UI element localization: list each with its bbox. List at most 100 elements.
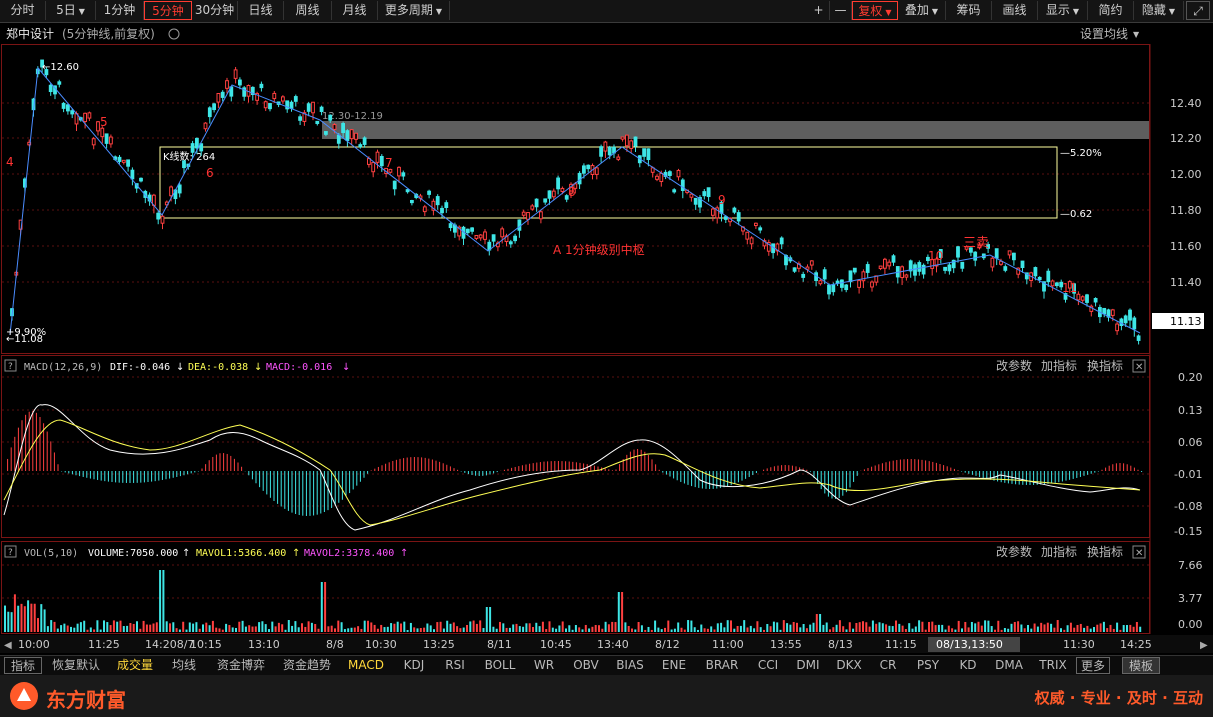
volume-bar (578, 627, 581, 632)
candle-body (844, 284, 849, 291)
ind-fund-trend[interactable]: 资金趋势 (276, 657, 338, 674)
ind-kd[interactable]: KD (952, 657, 984, 674)
period-day[interactable]: 日线 (238, 1, 284, 20)
vol-param-button[interactable]: 改参数 (996, 544, 1032, 559)
volume-bar (835, 624, 838, 632)
candle-body (233, 69, 238, 79)
vol-add-button[interactable]: 加指标 (1041, 544, 1077, 559)
ind-trix[interactable]: TRIX (1034, 657, 1072, 674)
ind-brar[interactable]: BRAR (698, 657, 746, 674)
gear-icon[interactable] (168, 28, 180, 40)
volume-bar (644, 629, 647, 632)
volume-bar (103, 620, 105, 632)
period-fenshi[interactable]: 分时 (0, 1, 46, 20)
macd-add-button[interactable]: 加指标 (1041, 358, 1077, 373)
zoom-out-button[interactable]: — (830, 1, 852, 20)
scroll-right-icon[interactable]: ▶ (1200, 640, 1208, 651)
volume-bar (10, 612, 13, 632)
hide-button[interactable]: 隐藏 ▼ (1134, 1, 1184, 20)
svg-text:?: ? (8, 362, 13, 372)
chips-button[interactable]: 筹码 (946, 1, 992, 20)
scroll-left-icon[interactable]: ◀ (4, 640, 12, 651)
ind-cr[interactable]: CR (872, 657, 904, 674)
ind-ma[interactable]: 均线 (164, 657, 204, 674)
volume-bar (769, 626, 772, 632)
ind-boll[interactable]: BOLL (478, 657, 522, 674)
volume-bar (565, 628, 567, 632)
ind-ene[interactable]: ENE (654, 657, 694, 674)
ind-zhibiao[interactable]: 指标 (4, 657, 42, 674)
svg-text:12.20: 12.20 (1170, 132, 1202, 145)
volume-bar (858, 622, 861, 632)
ind-volume[interactable]: 成交量 (110, 657, 160, 674)
ind-more[interactable]: 更多 (1076, 657, 1110, 674)
candle-body (70, 110, 75, 115)
candle-body (435, 196, 440, 206)
volume-bar (786, 623, 789, 632)
volume-bar (436, 622, 439, 632)
ind-reset[interactable]: 恢复默认 (46, 657, 106, 674)
candle-body (633, 136, 638, 147)
volume-bar (419, 628, 422, 632)
period-5day[interactable]: 5日 ▼ (46, 1, 96, 20)
ind-template[interactable]: 模板 (1122, 657, 1160, 674)
candle-body (190, 143, 195, 153)
period-30min[interactable]: 30分钟 (192, 1, 238, 20)
volume-bar (195, 622, 198, 632)
svg-text:10:00: 10:00 (18, 638, 50, 651)
volume-bar (1023, 628, 1026, 632)
draw-button[interactable]: 画线 (992, 1, 1038, 20)
volume-bar (1053, 627, 1056, 632)
eastmoney-logo-icon (10, 682, 38, 710)
fuquan-button[interactable]: 复权 ▼ (852, 1, 898, 20)
candle-body (852, 267, 857, 273)
volume-bar (188, 622, 191, 632)
svg-text:10:15: 10:15 (190, 638, 222, 651)
ma-setting[interactable]: 设置均线 (1080, 27, 1128, 41)
volume-bar (297, 627, 300, 632)
period-5min[interactable]: 5分钟 (144, 1, 192, 20)
dif-line (3, 404, 1141, 531)
svg-text:8: 8 (568, 185, 576, 199)
ind-dmi[interactable]: DMI (790, 657, 826, 674)
macd-param-button[interactable]: 改参数 (996, 358, 1032, 373)
macd-switch-button[interactable]: 换指标 (1087, 358, 1123, 373)
ind-dma[interactable]: DMA (988, 657, 1030, 674)
volume-bar (126, 625, 129, 632)
period-more[interactable]: 更多周期 ▼ (378, 1, 450, 20)
volume-bar (60, 625, 63, 632)
ind-kdj[interactable]: KDJ (394, 657, 434, 674)
ind-psy[interactable]: PSY (908, 657, 948, 674)
candle-body (827, 284, 831, 295)
vol-switch-button[interactable]: 换指标 (1087, 544, 1123, 559)
volume-bar (466, 624, 468, 632)
kline-chart[interactable]: 郑中设计 (5分钟线,前复权) 设置均线 ▼ 12.30-12.19 K线数: … (0, 22, 1213, 657)
period-month[interactable]: 月线 (332, 1, 378, 20)
fullscreen-icon[interactable]: ⤢ (1186, 1, 1210, 20)
period-week[interactable]: 周线 (284, 1, 332, 20)
ind-rsi[interactable]: RSI (436, 657, 474, 674)
ind-bias[interactable]: BIAS (610, 657, 650, 674)
volume-bar (551, 627, 554, 632)
ind-wr[interactable]: WR (526, 657, 562, 674)
volume-bar (482, 628, 485, 632)
ind-dkx[interactable]: DKX (830, 657, 868, 674)
ind-obv[interactable]: OBV (566, 657, 606, 674)
display-button[interactable]: 显示 ▼ (1038, 1, 1088, 20)
volume-bar (538, 626, 541, 632)
volume-bar (132, 623, 135, 632)
overlay-button[interactable]: 叠加 ▼ (898, 1, 946, 20)
period-1min[interactable]: 1分钟 (96, 1, 144, 20)
simple-button[interactable]: 简约 (1088, 1, 1134, 20)
candle-body (680, 179, 685, 191)
ind-macd[interactable]: MACD (342, 657, 390, 674)
volume-bar (1030, 628, 1033, 632)
zoom-in-button[interactable]: + (808, 1, 830, 20)
volume-bar (703, 628, 706, 632)
ind-fund-game[interactable]: 资金博弈 (210, 657, 272, 674)
ind-cci[interactable]: CCI (750, 657, 786, 674)
volume-bar (221, 629, 224, 632)
volume-bar (607, 624, 610, 632)
volume-bar (79, 622, 82, 632)
candle-body (693, 197, 698, 205)
